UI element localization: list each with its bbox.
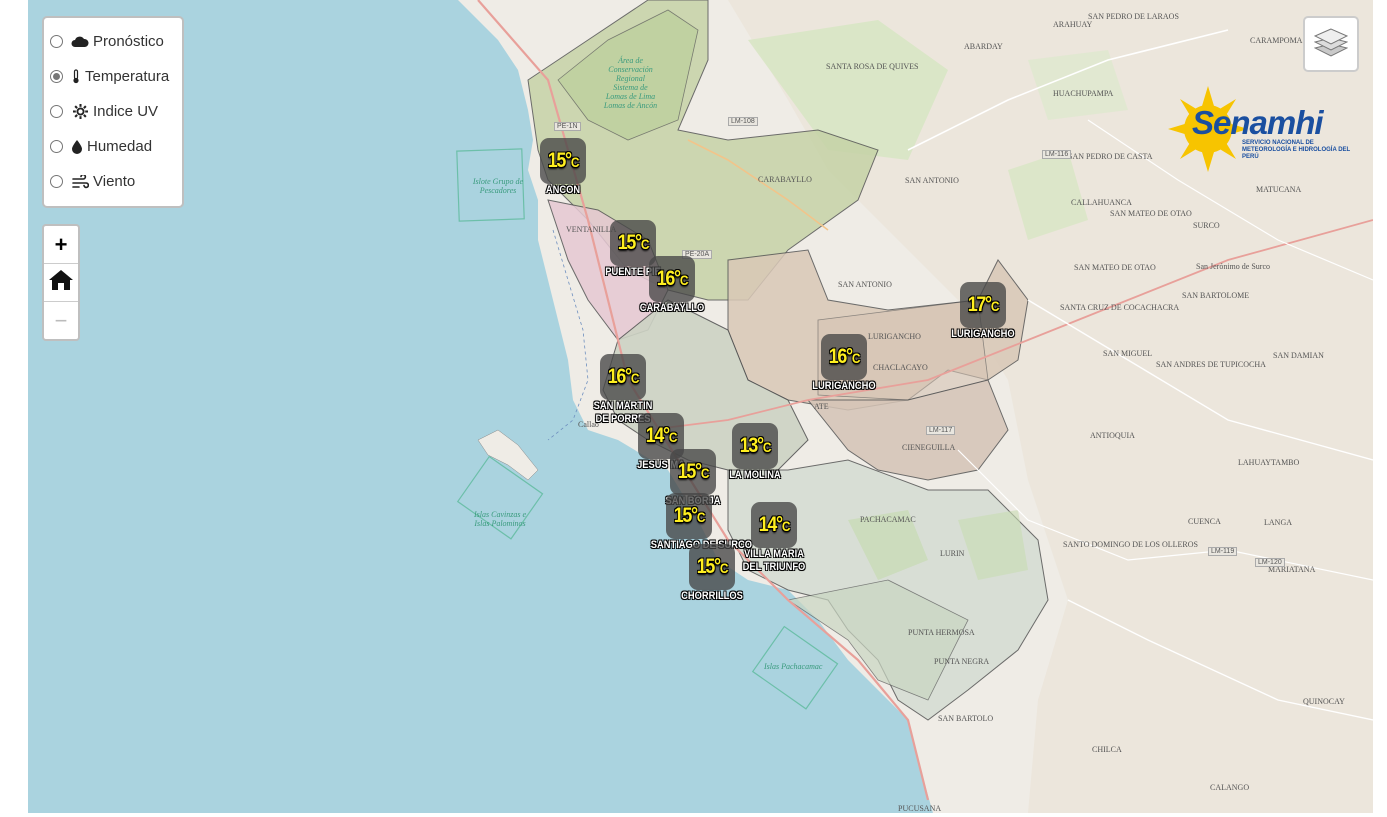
layers-icon xyxy=(1313,26,1349,63)
senamhi-logo: Senamhi SERVICIO NACIONAL DE METEOROLOGÍ… xyxy=(1168,86,1358,172)
logo-brand: Senamhi xyxy=(1192,104,1324,141)
district-name: LURIGANCHO xyxy=(951,328,1015,340)
place-label: SAN PEDRO DE LARAOS xyxy=(1088,12,1179,21)
radio-viento[interactable] xyxy=(50,175,63,188)
place-label: CHILCA xyxy=(1092,745,1122,754)
option-label: Humedad xyxy=(87,138,153,155)
temp-value: 16°C xyxy=(607,365,640,388)
radio-temperatura[interactable] xyxy=(50,70,63,83)
temp-marker[interactable]: 15°C ANCON xyxy=(518,138,608,197)
layer-selector-panel: Pronóstico Temperatura Indice UV Humedad… xyxy=(42,16,184,208)
temp-marker[interactable]: 16°C LURIGANCHO xyxy=(799,334,889,393)
radio-pronostico[interactable] xyxy=(50,35,63,48)
temp-value: 14°C xyxy=(758,513,791,536)
district-name: ANCON xyxy=(545,184,581,196)
thermometer-icon xyxy=(71,69,81,85)
road-label: LM-119 xyxy=(1208,547,1238,556)
zoom-out-button[interactable]: − xyxy=(44,302,78,339)
option-label: Pronóstico xyxy=(93,33,164,50)
place-label: CIENEGUILLA xyxy=(902,443,956,452)
place-label: SANTO DOMINGO DE LOS OLLEROS xyxy=(1063,540,1198,549)
place-label: ABARDAY xyxy=(964,42,1003,51)
temp-value: 15°C xyxy=(677,460,710,483)
district-name: CARABAYLLO xyxy=(639,302,705,314)
temp-value: 14°C xyxy=(645,424,678,447)
temp-value: 17°C xyxy=(967,293,1000,316)
radio-humedad[interactable] xyxy=(50,140,63,153)
temp-value: 15°C xyxy=(673,504,706,527)
option-indice-uv[interactable]: Indice UV xyxy=(50,94,182,129)
place-label: HUACHUPAMPA xyxy=(1053,89,1114,98)
option-temperatura[interactable]: Temperatura xyxy=(50,59,182,94)
droplet-icon xyxy=(71,139,83,155)
place-label: CARAMPOMA xyxy=(1250,36,1303,45)
radio-indice-uv[interactable] xyxy=(50,105,63,118)
zoom-controls: + − xyxy=(42,224,80,341)
layers-button[interactable] xyxy=(1303,16,1359,72)
place-label: CALLAHUANCA xyxy=(1071,198,1132,207)
option-pronostico[interactable]: Pronóstico xyxy=(50,24,182,59)
place-label: SANTA CRUZ DE COCACHACRA xyxy=(1060,303,1180,312)
place-label: SAN MATEO DE OTAO xyxy=(1074,263,1156,272)
place-label: CARABAYLLO xyxy=(758,175,812,184)
temp-value: 15°C xyxy=(617,231,650,254)
option-label: Temperatura xyxy=(85,68,170,85)
wind-icon xyxy=(71,174,89,190)
place-label: PUNTA NEGRA xyxy=(934,657,990,666)
district-name: LURIGANCHO xyxy=(812,380,876,392)
place-label: CUENCA xyxy=(1188,517,1221,526)
home-icon xyxy=(48,269,74,297)
place-label: LAHUAYTAMBO xyxy=(1238,458,1300,467)
place-label: Islas Pachacamac xyxy=(764,662,823,671)
place-label: SURCO xyxy=(1193,221,1220,230)
option-humedad[interactable]: Humedad xyxy=(50,129,182,164)
place-label: PUNTA HERMOSA xyxy=(908,628,975,637)
place-label: ARAHUAY xyxy=(1053,20,1093,29)
place-label: SAN MATEO DE OTAO xyxy=(1110,209,1192,218)
road-label: PE-1N xyxy=(554,122,581,131)
option-label: Viento xyxy=(93,173,136,190)
place-label: SAN PEDRO DE CASTA xyxy=(1068,152,1153,161)
temp-value: 13°C xyxy=(739,434,772,457)
temp-value: 16°C xyxy=(656,267,689,290)
place-label: SAN BARTOLO xyxy=(938,714,994,723)
place-label: PUCUSANA xyxy=(898,804,942,813)
temp-marker[interactable]: 16°C CARABAYLLO xyxy=(627,256,717,315)
road-label: LM-120 xyxy=(1255,558,1285,567)
option-viento[interactable]: Viento xyxy=(50,164,182,199)
place-label: SANTA ROSA DE QUIVES xyxy=(826,62,919,71)
place-label: ANTIOQUIA xyxy=(1090,431,1135,440)
place-label: SAN ANTONIO xyxy=(905,176,959,185)
place-label: SAN ANDRES DE TUPICOCHA xyxy=(1156,360,1266,369)
place-label: Área de Conservación Regional Sistema de… xyxy=(603,56,658,110)
zoom-in-button[interactable]: + xyxy=(44,226,78,264)
place-label: SAN MIGUEL xyxy=(1103,349,1153,358)
place-label: SAN DAMIAN xyxy=(1273,351,1324,360)
place-label: LANGA xyxy=(1264,518,1292,527)
place-label: SAN ANTONIO xyxy=(838,280,892,289)
logo-subtitle: SERVICIO NACIONAL DE METEOROLOGÍA E HIDR… xyxy=(1242,140,1351,160)
place-label: Islas Cavinzas e Islas Palominos xyxy=(474,510,526,528)
road-label: LM-108 xyxy=(728,117,758,126)
home-button[interactable] xyxy=(44,264,78,302)
temp-marker[interactable]: 17°C LURIGANCHO xyxy=(938,282,1028,341)
temp-value: 15°C xyxy=(696,555,729,578)
sun-icon xyxy=(71,104,89,120)
place-label: CALANGO xyxy=(1210,783,1250,792)
district-name: CHORRILLOS xyxy=(681,590,743,602)
temp-value: 15°C xyxy=(547,149,580,172)
place-label: QUINOCAY xyxy=(1303,697,1345,706)
temp-marker[interactable]: 15°C CHORRILLOS xyxy=(667,544,757,603)
place-label: LURIN xyxy=(940,549,965,558)
place-label: San Jerónimo de Surco xyxy=(1196,262,1270,271)
road-label: LM-116 xyxy=(1042,150,1072,159)
place-label: SAN BARTOLOME xyxy=(1182,291,1250,300)
place-label: MATUCANA xyxy=(1256,185,1302,194)
cloud-icon xyxy=(71,34,89,50)
option-label: Indice UV xyxy=(93,103,159,120)
place-label: PACHACAMAC xyxy=(860,515,916,524)
road-label: LM-117 xyxy=(926,426,956,435)
temp-value: 16°C xyxy=(828,345,861,368)
place-label: ATE xyxy=(814,402,829,411)
